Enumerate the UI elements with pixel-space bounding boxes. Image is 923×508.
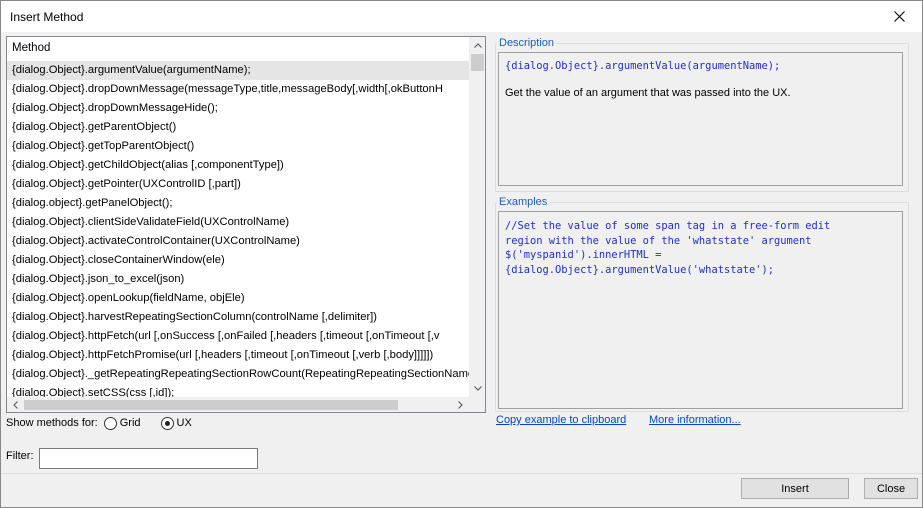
- chevron-right-icon: [458, 401, 463, 409]
- title-bar: Insert Method: [1, 1, 922, 32]
- scroll-corner: [469, 397, 485, 412]
- horizontal-scroll-thumb[interactable]: [24, 400, 398, 410]
- method-list-item[interactable]: {dialog.Object}.json_to_excel(json): [7, 270, 469, 289]
- examples-box: //Set the value of some span tag in a fr…: [498, 211, 903, 409]
- method-list-panel: Method {dialog.Object}.argumentValue(arg…: [6, 36, 486, 413]
- radio-ux[interactable]: UX: [160, 416, 192, 430]
- insert-button[interactable]: Insert: [741, 478, 849, 499]
- window-title: Insert Method: [10, 10, 84, 24]
- method-list-item[interactable]: {dialog.Object}.getChildObject(alias [,c…: [7, 156, 469, 175]
- example-code: //Set the value of some span tag in a fr…: [505, 220, 831, 276]
- radio-grid-label: Grid: [119, 417, 141, 429]
- method-list-item[interactable]: {dialog.Object}.openLookup(fieldName, ob…: [7, 289, 469, 308]
- description-box: {dialog.Object}.argumentValue(argumentNa…: [498, 52, 903, 186]
- examples-group-label: Examples: [497, 196, 550, 208]
- show-methods-row: Show methods for: Grid UX: [6, 415, 192, 431]
- scroll-right-button[interactable]: [452, 397, 469, 412]
- scroll-up-button[interactable]: [469, 37, 485, 54]
- method-list-item[interactable]: {dialog.Object}.activateControlContainer…: [7, 232, 469, 251]
- method-list-item[interactable]: {dialog.Object}.httpFetchPromise(url [,h…: [7, 346, 469, 365]
- window-close-button[interactable]: [876, 1, 922, 32]
- method-list-item[interactable]: {dialog.Object}.dropDownMessageHide();: [7, 99, 469, 118]
- radio-ux-circle[interactable]: [160, 416, 174, 430]
- method-list-item[interactable]: {dialog.Object}.setCSS(css [,id]);: [7, 384, 469, 397]
- method-list-item[interactable]: {dialog.Object}.clientSideValidateField(…: [7, 213, 469, 232]
- vertical-scrollbar[interactable]: [469, 37, 485, 397]
- show-methods-label: Show methods for:: [6, 417, 98, 429]
- footer-divider: [1, 473, 922, 474]
- radio-grid-circle[interactable]: [103, 416, 117, 430]
- chevron-down-icon: [473, 386, 482, 391]
- filter-label: Filter:: [6, 450, 34, 462]
- close-button[interactable]: Close: [864, 478, 918, 499]
- copy-example-link[interactable]: Copy example to clipboard: [496, 414, 626, 426]
- method-list-item[interactable]: {dialog.Object}.getPointer(UXControlID […: [7, 175, 469, 194]
- method-column-header[interactable]: Method: [7, 37, 469, 61]
- radio-grid[interactable]: Grid: [103, 416, 141, 430]
- description-signature: {dialog.Object}.argumentValue(argumentNa…: [505, 60, 781, 72]
- chevron-up-icon: [473, 43, 482, 48]
- insert-method-dialog: Insert Method Method {dialog.Object}.arg…: [0, 0, 923, 508]
- method-list-item[interactable]: {dialog.Object}.httpFetch(url [,onSucces…: [7, 327, 469, 346]
- more-information-link[interactable]: More information...: [649, 414, 741, 426]
- filter-input[interactable]: [39, 448, 258, 469]
- horizontal-scrollbar[interactable]: [7, 397, 469, 412]
- method-list-item[interactable]: {dialog.Object}._getRepeatingRepeatingSe…: [7, 365, 469, 384]
- radio-ux-label: UX: [176, 417, 192, 429]
- method-list-item[interactable]: {dialog.Object}.getParentObject(): [7, 118, 469, 137]
- vertical-scroll-thumb[interactable]: [471, 54, 484, 71]
- method-list-item[interactable]: {dialog.Object}.harvestRepeatingSectionC…: [7, 308, 469, 327]
- description-text: Get the value of an argument that was pa…: [505, 87, 791, 99]
- method-list-item[interactable]: {dialog.Object}.dropDownMessage(messageT…: [7, 80, 469, 99]
- method-list-item[interactable]: {dialog.Object}.argumentValue(argumentNa…: [7, 61, 469, 80]
- chevron-left-icon: [13, 401, 18, 409]
- method-list-item[interactable]: {dialog.Object}.closeContainerWindow(ele…: [7, 251, 469, 270]
- method-list-item[interactable]: {dialog.Object}.getTopParentObject(): [7, 137, 469, 156]
- scroll-down-button[interactable]: [469, 380, 485, 397]
- close-icon: [893, 11, 905, 22]
- scroll-left-button[interactable]: [7, 397, 24, 412]
- method-list[interactable]: {dialog.Object}.argumentValue(argumentNa…: [7, 61, 469, 397]
- method-list-item[interactable]: {dialog.object}.getPanelObject();: [7, 194, 469, 213]
- description-group-label: Description: [497, 37, 557, 49]
